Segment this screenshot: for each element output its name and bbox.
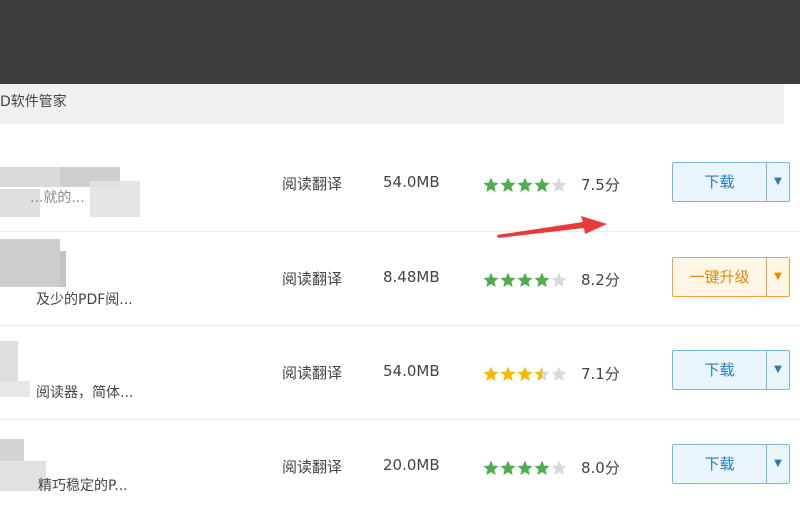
section-title: D软件管家 bbox=[0, 94, 67, 110]
upgrade-button-label[interactable]: 一键升级 bbox=[673, 258, 766, 296]
star-icon bbox=[500, 177, 516, 192]
software-description: 精巧稳定的P... bbox=[38, 478, 128, 494]
software-description: 阅读器，简体... bbox=[36, 385, 134, 401]
star-icon bbox=[517, 460, 533, 475]
software-row: 及少的PDF阅... 阅读翻译 8.48MB 8.2分 一键升级 ▼ bbox=[0, 231, 800, 326]
software-row: 阅读器，简体... 阅读翻译 54.0MB 7.1分 下载 ▼ bbox=[0, 325, 800, 420]
star-icon bbox=[500, 460, 516, 475]
star-icon bbox=[517, 177, 533, 192]
star-icon bbox=[517, 366, 533, 381]
software-description: 及少的PDF阅... bbox=[36, 292, 133, 308]
star-icon bbox=[483, 366, 499, 381]
star-icon bbox=[534, 366, 550, 381]
rating-stars bbox=[483, 177, 573, 193]
rating-score: 7.1分 bbox=[581, 365, 620, 383]
download-button-label[interactable]: 下载 bbox=[673, 163, 766, 201]
rating-score: 7.5分 bbox=[581, 176, 620, 194]
rating-score: 8.0分 bbox=[581, 459, 620, 477]
chevron-down-icon[interactable]: ▼ bbox=[767, 163, 789, 201]
software-row: 精巧稳定的P... 阅读翻译 20.0MB 8.0分 下载 ▼ bbox=[0, 419, 800, 513]
software-row: ...就的... 阅读翻译 54.0MB 7.5分 下载 ▼ bbox=[0, 137, 800, 232]
rating-stars bbox=[483, 272, 573, 288]
software-category: 阅读翻译 bbox=[282, 458, 343, 476]
star-icon bbox=[534, 177, 550, 192]
chevron-down-icon[interactable]: ▼ bbox=[767, 445, 789, 483]
star-icon bbox=[483, 272, 499, 287]
star-icon bbox=[500, 366, 516, 381]
top-dark-bar bbox=[0, 0, 800, 84]
rating-stars bbox=[483, 460, 573, 476]
software-category: 阅读翻译 bbox=[282, 270, 343, 288]
download-button[interactable]: 下载 ▼ bbox=[672, 444, 790, 484]
software-category: 阅读翻译 bbox=[282, 364, 343, 382]
software-size: 54.0MB bbox=[383, 173, 440, 191]
red-arrow-annotation bbox=[497, 216, 607, 238]
star-icon bbox=[551, 366, 567, 381]
software-category: 阅读翻译 bbox=[282, 175, 343, 193]
software-size: 20.0MB bbox=[383, 456, 440, 474]
software-description: ...就的... bbox=[30, 190, 85, 206]
star-icon bbox=[517, 272, 533, 287]
download-button[interactable]: 下载 ▼ bbox=[672, 350, 790, 390]
star-icon bbox=[483, 460, 499, 475]
star-icon bbox=[483, 177, 499, 192]
software-size: 54.0MB bbox=[383, 362, 440, 380]
star-icon bbox=[534, 460, 550, 475]
section-header: D软件管家 bbox=[0, 84, 784, 124]
download-button-label[interactable]: 下载 bbox=[673, 445, 766, 483]
star-icon bbox=[551, 460, 567, 475]
star-icon bbox=[551, 177, 567, 192]
rating-score: 8.2分 bbox=[581, 271, 620, 289]
download-button[interactable]: 下载 ▼ bbox=[672, 162, 790, 202]
upgrade-button[interactable]: 一键升级 ▼ bbox=[672, 257, 790, 297]
chevron-down-icon[interactable]: ▼ bbox=[767, 351, 789, 389]
star-icon bbox=[551, 272, 567, 287]
software-size: 8.48MB bbox=[383, 268, 440, 286]
rating-stars bbox=[483, 366, 573, 382]
download-button-label[interactable]: 下载 bbox=[673, 351, 766, 389]
star-icon bbox=[500, 272, 516, 287]
chevron-down-icon[interactable]: ▼ bbox=[767, 258, 789, 296]
star-icon bbox=[534, 272, 550, 287]
